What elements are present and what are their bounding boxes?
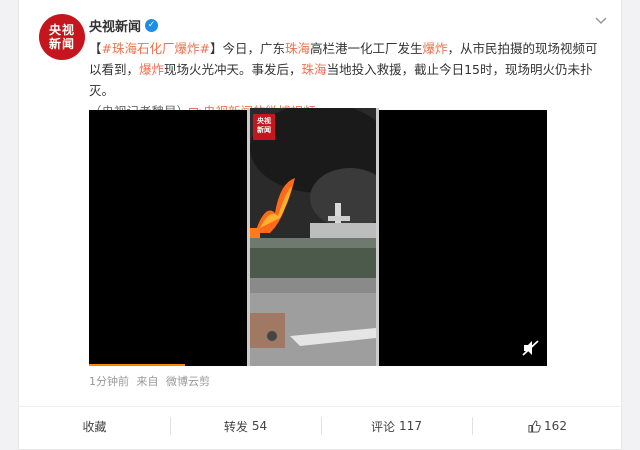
video-watermark-logo: 央视 新闻 xyxy=(253,114,275,140)
avatar[interactable]: 央视 新闻 xyxy=(39,14,85,60)
post-time[interactable]: 1分钟前 xyxy=(89,375,129,388)
favorite-button[interactable]: 收藏 xyxy=(19,407,170,445)
post-meta: 1分钟前 来自 微博云剪 xyxy=(89,373,210,389)
repost-count: 54 xyxy=(251,419,268,433)
mute-icon[interactable] xyxy=(522,340,540,356)
favorite-label: 收藏 xyxy=(82,419,107,434)
keyword-highlight[interactable]: 珠海 xyxy=(285,41,310,56)
avatar-text-line2: 新闻 xyxy=(48,37,75,51)
watermark-line1: 央视 xyxy=(257,117,271,125)
source-prefix: 来自 xyxy=(136,375,159,388)
repost-label: 转发 xyxy=(223,419,248,434)
text-segment: 现场火光冲天。事发后， xyxy=(164,62,302,77)
thumbs-up-icon xyxy=(528,419,541,433)
comment-count: 117 xyxy=(399,419,422,433)
video-frame: 央视 新闻 xyxy=(247,108,379,366)
like-count: 162 xyxy=(544,419,567,433)
action-bar: 收藏 转发 54 评论 117 162 xyxy=(19,407,623,445)
keyword-highlight[interactable]: 爆炸 xyxy=(139,62,164,77)
bracket-open: 【 xyxy=(89,41,102,56)
verified-icon: ✓ xyxy=(145,19,159,32)
chevron-down-icon[interactable] xyxy=(595,14,607,28)
author-name[interactable]: 央视新闻 xyxy=(89,16,141,35)
bracket-close: 】 xyxy=(209,41,223,56)
repost-button[interactable]: 转发 54 xyxy=(170,407,321,445)
keyword-highlight[interactable]: 爆炸 xyxy=(423,41,448,56)
comment-label: 评论 xyxy=(371,419,396,434)
text-segment: 今日，广东 xyxy=(222,41,285,56)
keyword-highlight[interactable]: 珠海 xyxy=(302,62,327,77)
watermark-line2: 新闻 xyxy=(257,126,271,134)
fire-scene-image xyxy=(250,108,376,366)
text-segment: 高栏港一化工厂发生 xyxy=(310,41,423,56)
author-name-row: 央视新闻 ✓ xyxy=(89,16,159,35)
comment-button[interactable]: 评论 117 xyxy=(321,407,472,445)
hashtag-link[interactable]: #珠海石化厂爆炸# xyxy=(102,41,210,56)
weibo-post-card: 央视 新闻 央视新闻 ✓ 【#珠海石化厂爆炸#】今日，广东珠海高栏港一化工厂发生… xyxy=(18,0,623,450)
like-button[interactable]: 162 xyxy=(472,407,623,445)
video-progress-bar[interactable] xyxy=(89,364,185,366)
post-source[interactable]: 微博云剪 xyxy=(166,375,210,388)
avatar-text-line1: 央视 xyxy=(48,23,75,37)
